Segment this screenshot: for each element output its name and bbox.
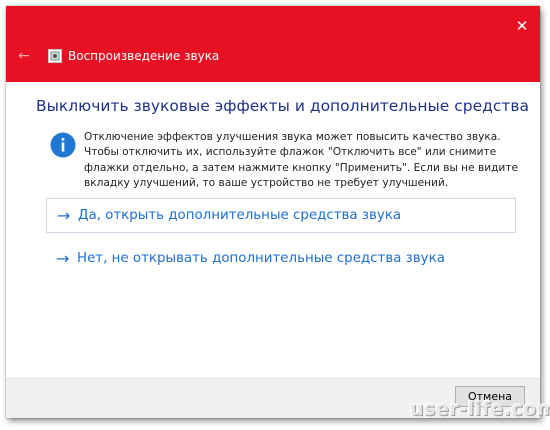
info-description: Отключение эффектов улучшения звука може… [84,131,519,189]
option-yes-open-enhancements[interactable]: → Да, открыть дополнительные средства зв… [46,198,516,233]
page-heading: Выключить звуковые эффекты и дополнитель… [36,97,530,115]
info-icon [50,132,76,158]
option-no-dont-open-enhancements[interactable]: → Нет, не открывать дополнительные средс… [46,242,516,277]
arrow-right-icon: → [57,206,71,225]
speaker-app-icon [48,49,62,63]
arrow-right-icon: → [56,249,70,268]
back-arrow-icon[interactable]: ← [18,48,36,64]
title-bar: ✕ ← Воспроизведение звука [6,6,540,82]
screenshot-stage: ✕ ← Воспроизведение звука Выключить звук… [0,0,550,430]
window-title: Воспроизведение звука [68,49,220,63]
site-watermark: user-life.com [410,398,550,420]
title-nav-row: ← Воспроизведение звука [6,44,540,68]
option-no-label: Нет, не открывать дополнительные средств… [77,251,445,266]
option-yes-label: Да, открыть дополнительные средства звук… [78,208,402,223]
troubleshooter-window: ✕ ← Воспроизведение звука Выключить звук… [6,6,540,418]
close-button[interactable]: ✕ [514,18,530,34]
dialog-content: Выключить звуковые эффекты и дополнитель… [6,82,540,378]
